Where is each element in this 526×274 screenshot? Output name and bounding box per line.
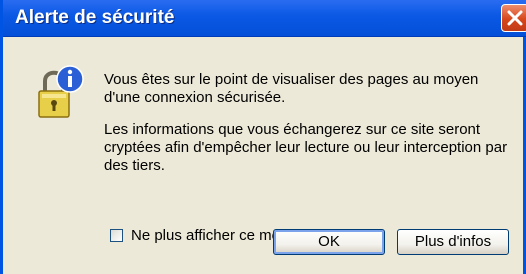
security-alert-dialog: Alerte de sécurité Vous êtes sur le poin… bbox=[0, 0, 526, 274]
dont-show-again-checkbox[interactable] bbox=[110, 229, 123, 242]
ok-button[interactable]: OK bbox=[273, 229, 385, 255]
lock-info-icon bbox=[38, 65, 84, 118]
close-icon bbox=[507, 10, 523, 26]
more-info-button[interactable]: Plus d'infos bbox=[397, 229, 509, 255]
dialog-title: Alerte de sécurité bbox=[15, 7, 175, 28]
connection-message: Vous êtes sur le point de visualiser des… bbox=[104, 71, 479, 106]
title-bar[interactable]: Alerte de sécurité bbox=[3, 0, 526, 37]
close-button[interactable] bbox=[501, 4, 526, 32]
encryption-message: Les informations que vous échangerez sur… bbox=[104, 121, 508, 174]
